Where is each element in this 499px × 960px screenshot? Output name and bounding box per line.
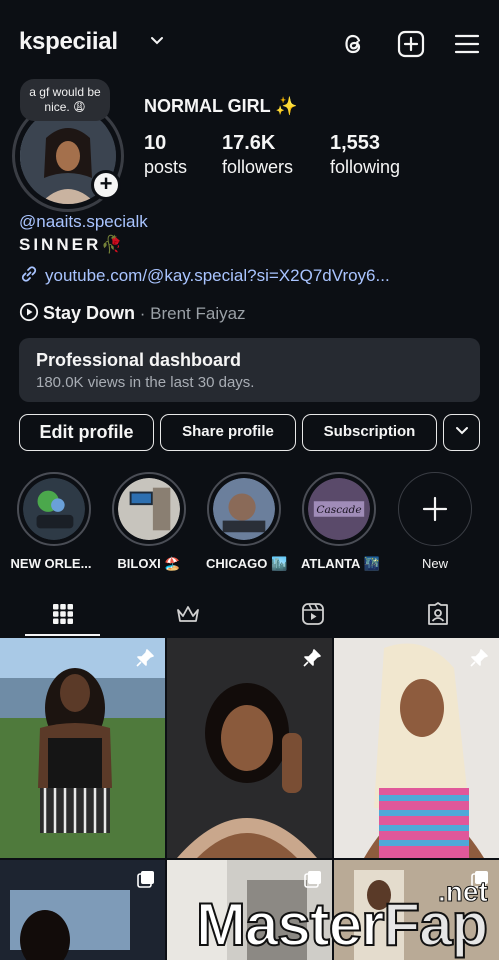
- stat-label: posts: [144, 157, 188, 177]
- stat-value: 17.6K: [222, 132, 276, 154]
- profile-tabs: [0, 592, 499, 636]
- new-highlight-button[interactable]: New: [397, 472, 473, 571]
- tab-tagged[interactable]: [375, 592, 499, 636]
- highlight-cover: Cascade: [308, 478, 370, 540]
- post-thumbnail: [0, 638, 165, 858]
- bio-link[interactable]: youtube.com/@kay.special?si=X2Q7dVroy6..…: [19, 264, 390, 286]
- song-artist: Brent Faiyaz: [150, 304, 246, 323]
- highlight-label: ATLANTA 🌃: [301, 556, 380, 571]
- grid-post[interactable]: [0, 638, 165, 858]
- highlight-label: New: [421, 556, 448, 571]
- dashboard-title: Professional dashboard: [36, 350, 242, 370]
- pin-icon: [136, 649, 154, 667]
- highlight-ring: [17, 472, 91, 546]
- watermark-main: Master: [195, 890, 385, 959]
- stat-posts[interactable]: 10 posts: [144, 132, 187, 178]
- stat-value: 1,553: [330, 132, 381, 154]
- stat-label: followers: [222, 157, 294, 177]
- professional-dashboard-card[interactable]: Professional dashboard 180.0K views in t…: [19, 338, 480, 402]
- highlight-item[interactable]: Cascade ATLANTA 🌃: [301, 472, 380, 572]
- tab-posts[interactable]: [0, 592, 125, 636]
- highlight-item[interactable]: BILOXI 🏖️: [111, 472, 187, 572]
- highlight-label: CHICAGO 🏙️: [206, 556, 288, 571]
- profile-music[interactable]: Stay Down · Brent Faiyaz: [19, 302, 246, 324]
- highlight-cover: [23, 478, 85, 540]
- watermark-domain: .net: [438, 876, 489, 908]
- grid-post[interactable]: [0, 860, 165, 960]
- highlight-ring: [112, 472, 186, 546]
- grid-icon: [52, 604, 73, 624]
- post-thumbnail: [334, 638, 499, 858]
- username-title[interactable]: kspeciial: [19, 28, 118, 56]
- bio-text: SINNER🥀: [19, 235, 126, 254]
- highlight-label: NEW ORLE...: [10, 556, 92, 571]
- grid-post[interactable]: [334, 638, 499, 858]
- dashboard-subtitle: 180.0K views in the last 30 days.: [36, 374, 255, 391]
- highlight-item[interactable]: NEW ORLE...: [11, 472, 92, 571]
- menu-icon[interactable]: [453, 30, 481, 58]
- highlight-ring: Cascade: [302, 472, 376, 546]
- tab-subscriptions[interactable]: [125, 592, 250, 636]
- tab-reels[interactable]: [250, 592, 375, 636]
- highlight-ring: [398, 472, 472, 546]
- add-story-button[interactable]: +: [91, 170, 121, 200]
- share-profile-button[interactable]: Share profile: [160, 414, 296, 451]
- create-post-icon[interactable]: [397, 30, 425, 58]
- plus-icon: [422, 496, 448, 522]
- suggested-people-button[interactable]: [443, 414, 480, 451]
- chevron-down-icon: [455, 427, 468, 435]
- display-name: NORMAL GIRL ✨: [144, 96, 298, 116]
- stat-followers[interactable]: 17.6K followers: [222, 132, 293, 178]
- post-thumbnail: [167, 638, 332, 858]
- highlight-ring: [207, 472, 281, 546]
- pin-icon: [470, 649, 488, 667]
- chevron-down-icon[interactable]: [150, 34, 164, 48]
- multiple-photos-icon: [137, 871, 154, 888]
- plus-icon: +: [94, 173, 118, 197]
- stat-value: 10: [144, 132, 167, 154]
- music-separator: ·: [135, 304, 151, 323]
- grid-post[interactable]: [167, 638, 332, 858]
- crown-icon: [176, 606, 199, 622]
- pin-icon: [303, 649, 321, 667]
- note-bubble[interactable]: a gf would be nice. 😩: [20, 79, 110, 121]
- tagged-icon: [427, 602, 448, 625]
- highlight-cover-text: Cascade: [316, 503, 361, 516]
- highlight-label: BILOXI 🏖️: [117, 556, 181, 571]
- threads-icon[interactable]: [340, 30, 368, 58]
- play-circle-icon: [19, 302, 39, 322]
- subscription-button[interactable]: Subscription: [302, 414, 437, 451]
- threads-handle-link[interactable]: @naaits.specialk: [19, 212, 148, 232]
- edit-profile-button[interactable]: Edit profile: [19, 414, 154, 451]
- top-bar: kspeciial: [0, 22, 499, 68]
- highlight-cover: [118, 478, 180, 540]
- active-tab-indicator: [25, 634, 100, 636]
- link-icon: [21, 266, 37, 282]
- reels-icon: [301, 603, 324, 625]
- bio-link-text: youtube.com/@kay.special?si=X2Q7dVroy6..…: [45, 266, 390, 285]
- highlight-cover: [213, 478, 275, 540]
- multiple-photos-icon: [304, 871, 321, 888]
- highlight-item[interactable]: CHICAGO 🏙️: [206, 472, 288, 572]
- stat-following[interactable]: 1,553 following: [330, 132, 400, 178]
- stat-label: following: [330, 157, 401, 177]
- song-title: Stay Down: [43, 303, 136, 323]
